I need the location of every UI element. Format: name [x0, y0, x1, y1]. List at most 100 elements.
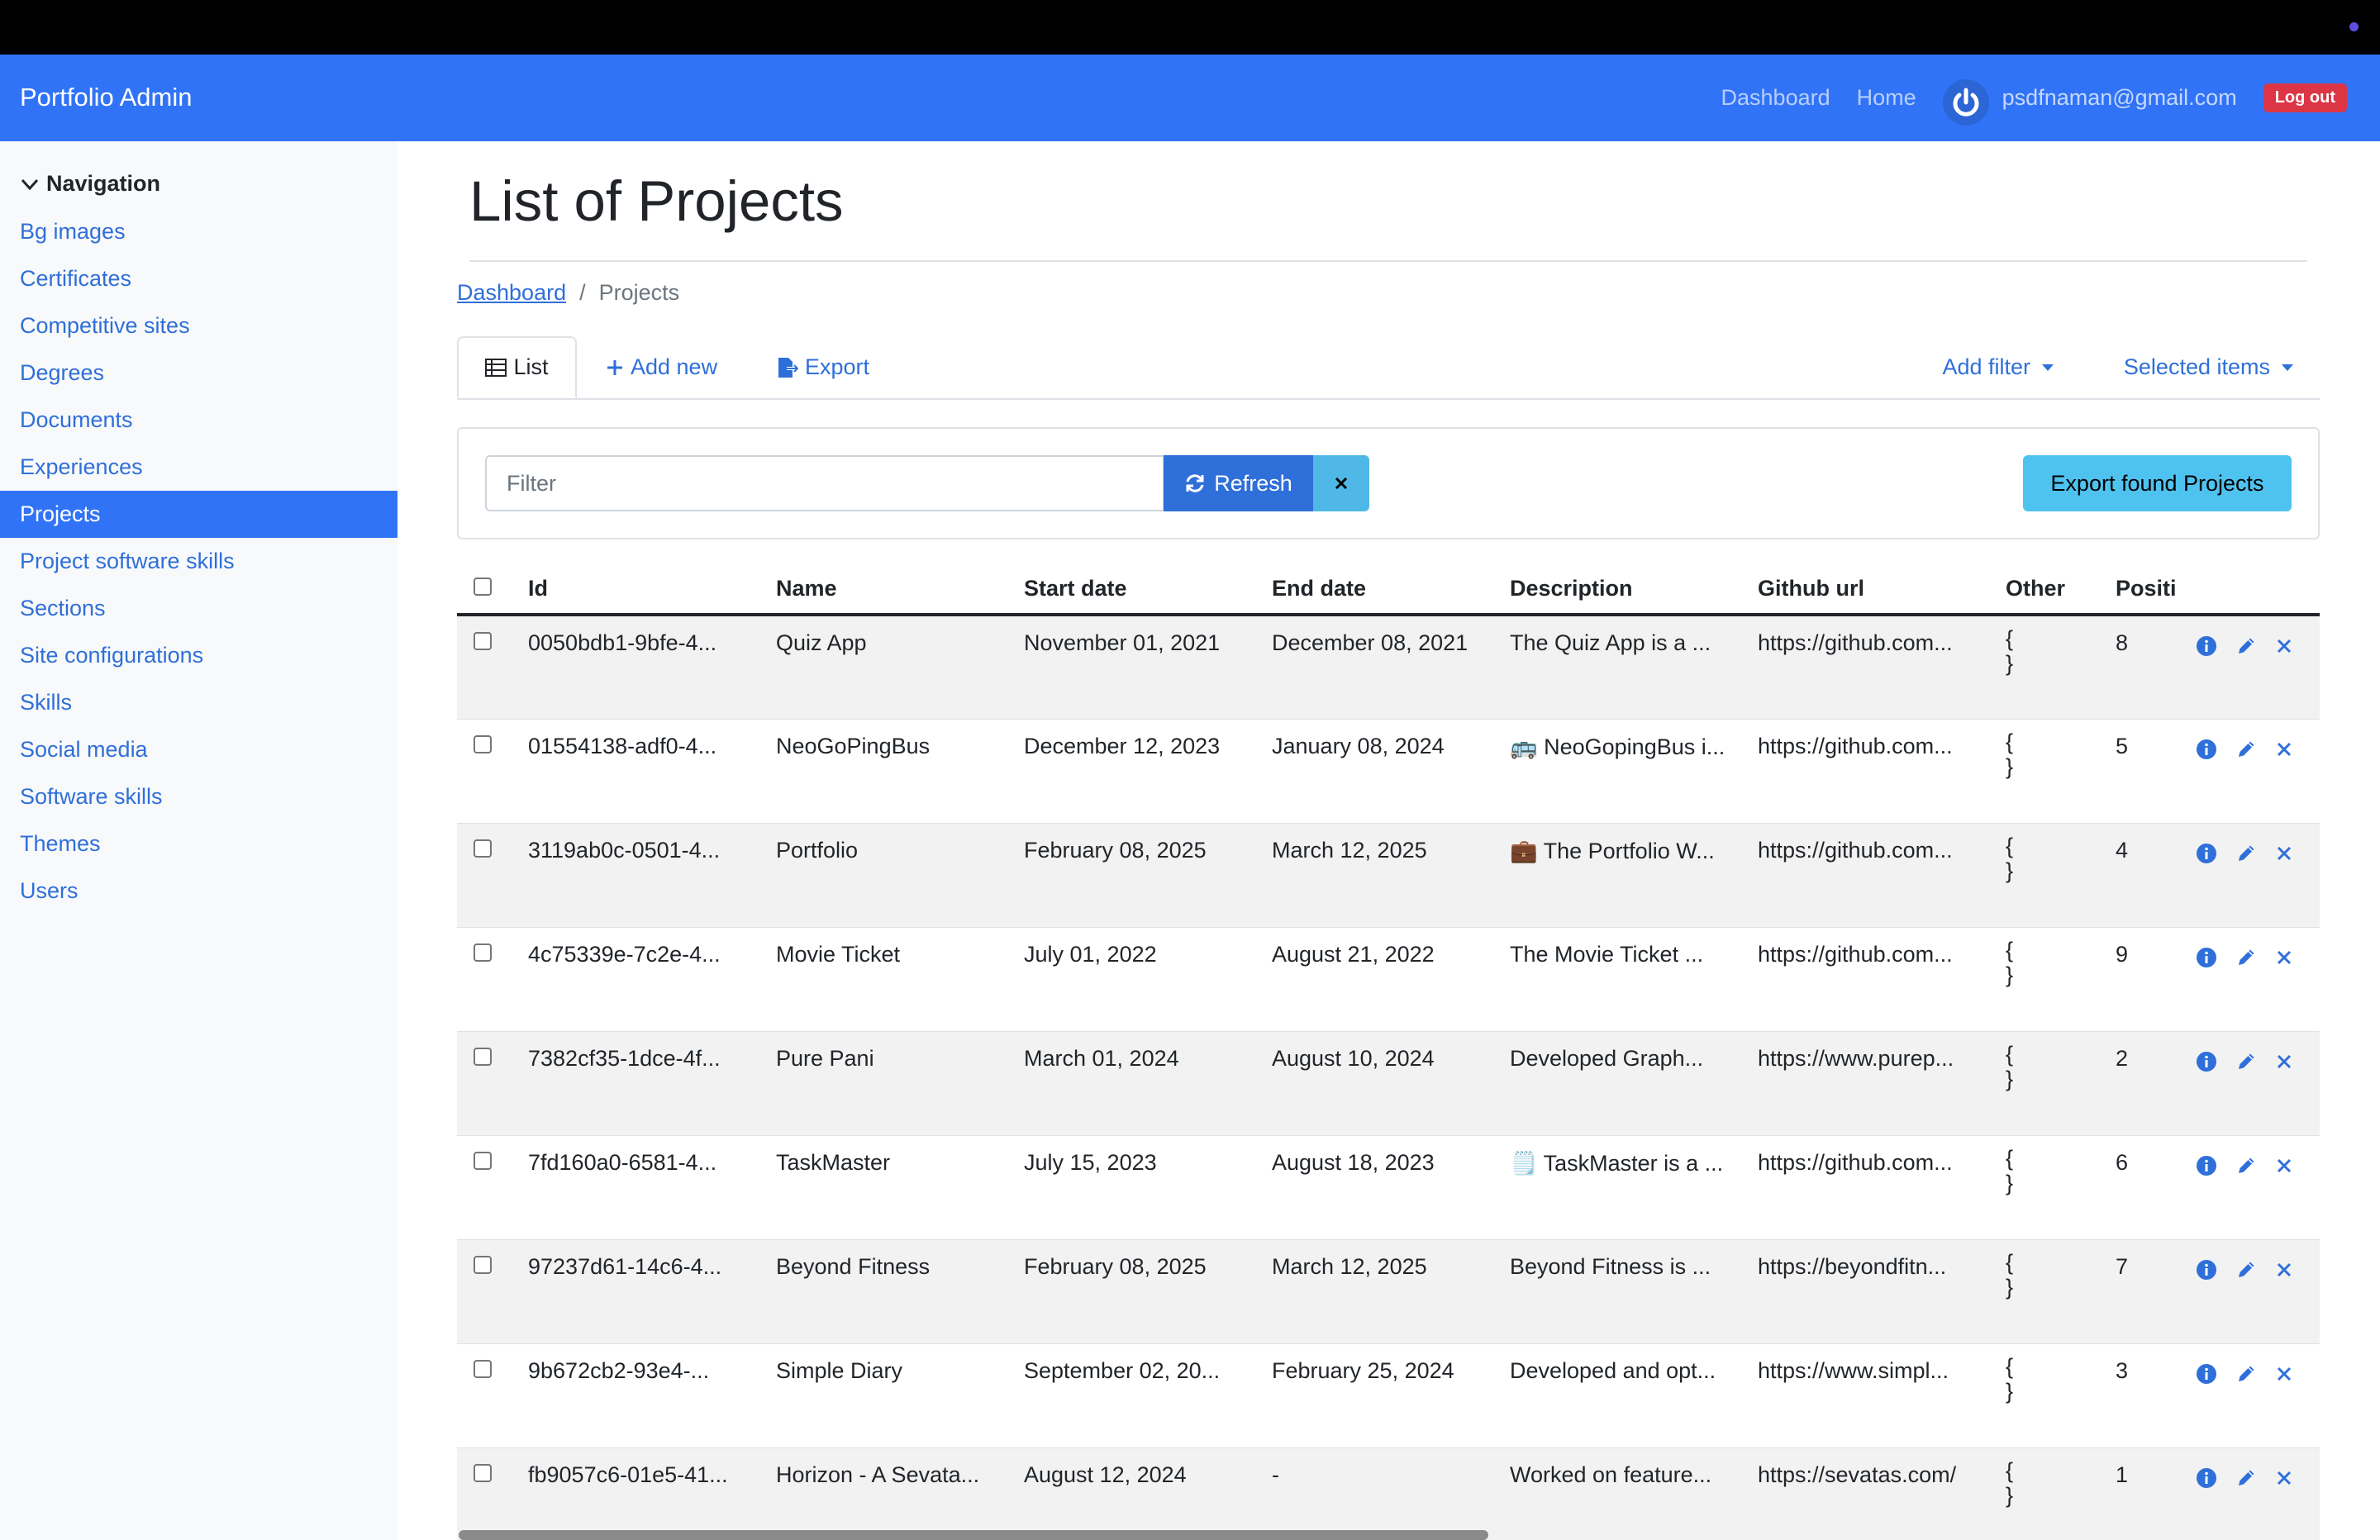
column-header-description[interactable]: Description	[1510, 563, 1758, 616]
sidebar-item-experiences[interactable]: Experiences	[0, 444, 397, 491]
row-checkbox[interactable]	[474, 734, 492, 753]
nav-link-dashboard[interactable]: Dashboard	[1721, 85, 1830, 111]
sidebar-item-degrees[interactable]: Degrees	[0, 349, 397, 397]
sidebar-item-social-media[interactable]: Social media	[0, 726, 397, 773]
column-header-id[interactable]: Id	[528, 563, 776, 616]
sidebar-item-projects[interactable]: Projects	[0, 491, 397, 538]
brand-link[interactable]: Portfolio Admin	[20, 83, 193, 112]
cell-position: 7	[2116, 1239, 2196, 1344]
table-row: fb9057c6-01e5-41... Horizon - A Sevata..…	[457, 1447, 2320, 1540]
clear-filter-button[interactable]	[1313, 455, 1369, 511]
delete-icon[interactable]	[2275, 637, 2293, 655]
column-header-github-url[interactable]: Github url	[1758, 563, 2006, 616]
select-all-checkbox[interactable]	[474, 577, 492, 596]
row-checkbox[interactable]	[474, 1463, 492, 1482]
row-checkbox[interactable]	[474, 632, 492, 650]
cell-start-date: November 01, 2021	[1024, 615, 1272, 720]
sidebar-navigation-toggle[interactable]: Navigation	[20, 171, 160, 197]
tab-add-new[interactable]: Add new	[606, 336, 717, 398]
row-checkbox[interactable]	[474, 1047, 492, 1066]
sidebar-item-sections[interactable]: Sections	[0, 585, 397, 632]
sidebar-item-project-software-skills[interactable]: Project software skills	[0, 538, 397, 585]
sidebar-item-documents[interactable]: Documents	[0, 397, 397, 444]
cell-id: 01554138-adf0-4...	[528, 719, 776, 824]
nav-link-home[interactable]: Home	[1857, 85, 1916, 111]
close-icon	[1335, 477, 1348, 490]
edit-icon[interactable]	[2235, 843, 2257, 864]
delete-icon[interactable]	[2275, 740, 2293, 758]
row-checkbox[interactable]	[474, 943, 492, 962]
edit-icon[interactable]	[2235, 1155, 2257, 1176]
edit-icon[interactable]	[2235, 1467, 2257, 1489]
delete-icon[interactable]	[2275, 1053, 2293, 1071]
edit-icon[interactable]	[2235, 635, 2257, 657]
delete-icon[interactable]	[2275, 844, 2293, 863]
cell-position: 4	[2116, 823, 2196, 928]
cell-description: The Quiz App is a ...	[1510, 615, 1758, 720]
info-icon[interactable]	[2196, 843, 2217, 864]
cell-github-url: https://beyondfitn...	[1758, 1239, 2006, 1344]
column-header-start-date[interactable]: Start date	[1024, 563, 1272, 616]
cell-end-date: January 08, 2024	[1272, 719, 1510, 824]
export-found-projects-button[interactable]: Export found Projects	[2023, 455, 2292, 511]
info-icon[interactable]	[2196, 1259, 2217, 1281]
projects-table-container[interactable]: Id Name Start date End date Description …	[457, 563, 2320, 1540]
row-checkbox[interactable]	[474, 1151, 492, 1170]
edit-icon[interactable]	[2235, 1363, 2257, 1385]
cell-other: { }	[2006, 1447, 2116, 1540]
add-filter-dropdown[interactable]: Add filter	[1942, 336, 2054, 398]
row-select-cell	[457, 719, 528, 824]
status-dot-icon	[2349, 22, 2359, 31]
sidebar-item-certificates[interactable]: Certificates	[0, 255, 397, 302]
refresh-button[interactable]: Refresh	[1164, 455, 1313, 511]
column-header-name[interactable]: Name	[776, 563, 1024, 616]
sidebar-item-themes[interactable]: Themes	[0, 820, 397, 867]
cell-description: 💼 The Portfolio W...	[1510, 823, 1758, 928]
info-icon[interactable]	[2196, 635, 2217, 657]
caret-down-icon	[2042, 364, 2054, 371]
delete-icon[interactable]	[2275, 1261, 2293, 1279]
column-header-end-date[interactable]: End date	[1272, 563, 1510, 616]
horizontal-scrollbar[interactable]	[459, 1530, 1488, 1540]
info-icon[interactable]	[2196, 1363, 2217, 1385]
delete-icon[interactable]	[2275, 1157, 2293, 1175]
logout-button[interactable]: Log out	[2263, 83, 2347, 112]
cell-id: 3119ab0c-0501-4...	[528, 823, 776, 928]
info-icon[interactable]	[2196, 947, 2217, 968]
cell-other-close: }	[2006, 753, 2014, 779]
cell-other: { }	[2006, 1343, 2116, 1448]
edit-icon[interactable]	[2235, 947, 2257, 968]
row-checkbox[interactable]	[474, 1255, 492, 1274]
sidebar-item-site-configurations[interactable]: Site configurations	[0, 632, 397, 679]
edit-icon[interactable]	[2235, 1051, 2257, 1072]
selected-items-dropdown[interactable]: Selected items	[2124, 336, 2293, 398]
delete-icon[interactable]	[2275, 1469, 2293, 1487]
avatar[interactable]	[1942, 78, 1989, 126]
row-checkbox[interactable]	[474, 1359, 492, 1378]
delete-icon[interactable]	[2275, 948, 2293, 967]
delete-icon[interactable]	[2275, 1365, 2293, 1383]
row-checkbox[interactable]	[474, 839, 492, 858]
cell-actions	[2196, 1031, 2320, 1136]
tab-list[interactable]: List	[457, 336, 577, 398]
cell-other: { }	[2006, 719, 2116, 824]
filter-input[interactable]	[485, 455, 1164, 511]
info-icon[interactable]	[2196, 1051, 2217, 1072]
tab-export[interactable]: Export	[777, 336, 869, 398]
edit-icon[interactable]	[2235, 739, 2257, 760]
info-icon[interactable]	[2196, 1467, 2217, 1489]
breadcrumb-dashboard-link[interactable]: Dashboard	[457, 280, 566, 306]
sidebar-item-software-skills[interactable]: Software skills	[0, 773, 397, 820]
sidebar-item-competitive-sites[interactable]: Competitive sites	[0, 302, 397, 349]
info-icon[interactable]	[2196, 739, 2217, 760]
cell-other: { }	[2006, 927, 2116, 1032]
column-header-position[interactable]: Positi	[2116, 563, 2196, 616]
add-filter-label: Add filter	[1942, 354, 2030, 379]
sidebar-item-bg-images[interactable]: Bg images	[0, 208, 397, 255]
edit-icon[interactable]	[2235, 1259, 2257, 1281]
cell-name: Pure Pani	[776, 1031, 1024, 1136]
sidebar-item-skills[interactable]: Skills	[0, 679, 397, 726]
sidebar-item-users[interactable]: Users	[0, 867, 397, 915]
info-icon[interactable]	[2196, 1155, 2217, 1176]
column-header-other[interactable]: Other	[2006, 563, 2116, 616]
